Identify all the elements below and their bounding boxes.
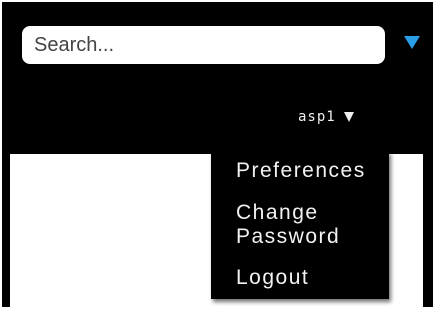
menu-item-logout[interactable]: Logout [236,266,309,290]
user-dropdown-menu: Preferences Change Password Logout [211,151,389,299]
username: asp1 [298,109,336,125]
search-input[interactable] [34,33,373,57]
menu-item-label: Change [236,201,319,224]
app-frame: asp1 Preferences Change Password Logout [0,0,435,309]
user-menu-toggle[interactable]: asp1 [298,109,354,125]
triangle-down-icon[interactable] [404,36,420,49]
menu-item-label: Password [236,225,341,248]
menu-item-preferences[interactable]: Preferences [236,159,366,183]
menu-item-change-password[interactable]: Change Password [236,201,340,249]
caret-down-icon [343,112,354,122]
search-box[interactable] [22,26,385,64]
